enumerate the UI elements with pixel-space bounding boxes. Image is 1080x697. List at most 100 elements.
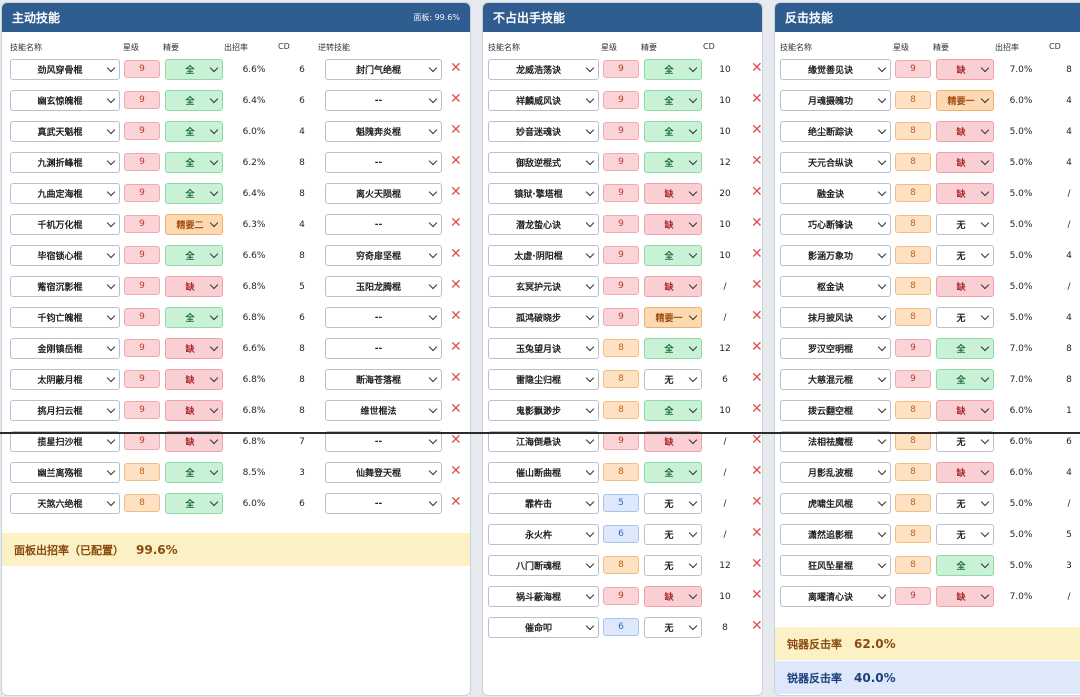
skill-select[interactable]: 太阴蔽月棍 bbox=[10, 369, 120, 390]
remove-skill-button[interactable]: ✕ bbox=[751, 402, 762, 416]
reverse-skill-select[interactable]: 玉阳龙腾棍 bbox=[325, 276, 442, 297]
remove-skill-button[interactable]: ✕ bbox=[751, 340, 762, 354]
essence-select[interactable]: 缺 bbox=[165, 369, 223, 390]
skill-select[interactable]: 真武天魁棍 bbox=[10, 121, 120, 142]
essence-select[interactable]: 缺 bbox=[165, 338, 223, 359]
essence-select[interactable]: 缺 bbox=[165, 400, 223, 421]
essence-select[interactable]: 全 bbox=[165, 152, 223, 173]
reverse-skill-select[interactable]: -- bbox=[325, 431, 442, 452]
skill-select[interactable]: 催命叩 bbox=[488, 617, 599, 638]
skill-select[interactable]: 巧心断锋诀 bbox=[780, 214, 891, 235]
skill-select[interactable]: 玄冥护元诀 bbox=[488, 276, 599, 297]
remove-skill-button[interactable]: ✕ bbox=[751, 154, 762, 168]
skill-select[interactable]: 八门断魂棍 bbox=[488, 555, 599, 576]
skill-select[interactable]: 霏杵击 bbox=[488, 493, 599, 514]
remove-skill-button[interactable]: ✕ bbox=[450, 371, 462, 385]
essence-select[interactable]: 全 bbox=[165, 183, 223, 204]
remove-skill-button[interactable]: ✕ bbox=[450, 309, 462, 323]
essence-select[interactable]: 无 bbox=[936, 493, 994, 514]
essence-select[interactable]: 全 bbox=[165, 59, 223, 80]
essence-select[interactable]: 缺 bbox=[936, 183, 994, 204]
reverse-skill-select[interactable]: -- bbox=[325, 493, 442, 514]
skill-select[interactable]: 千机万化棍 bbox=[10, 214, 120, 235]
skill-select[interactable]: 潜龙蛰心诀 bbox=[488, 214, 599, 235]
essence-select[interactable]: 缺 bbox=[165, 431, 223, 452]
remove-skill-button[interactable]: ✕ bbox=[751, 247, 762, 261]
remove-skill-button[interactable]: ✕ bbox=[450, 340, 462, 354]
remove-skill-button[interactable]: ✕ bbox=[751, 123, 762, 137]
essence-select[interactable]: 缺 bbox=[936, 462, 994, 483]
essence-select[interactable]: 全 bbox=[936, 338, 994, 359]
essence-select[interactable]: 无 bbox=[936, 214, 994, 235]
remove-skill-button[interactable]: ✕ bbox=[751, 619, 762, 633]
skill-select[interactable]: 狂风坠星棍 bbox=[780, 555, 891, 576]
essence-select[interactable]: 无 bbox=[936, 307, 994, 328]
essence-select[interactable]: 缺 bbox=[936, 152, 994, 173]
essence-select[interactable]: 缺 bbox=[644, 431, 702, 452]
reverse-skill-select[interactable]: 魁隗奔炎棍 bbox=[325, 121, 442, 142]
remove-skill-button[interactable]: ✕ bbox=[450, 123, 462, 137]
essence-select[interactable]: 缺 bbox=[644, 183, 702, 204]
skill-select[interactable]: 幽玄惊魄棍 bbox=[10, 90, 120, 111]
skill-select[interactable]: 祥麟威风诀 bbox=[488, 90, 599, 111]
essence-select[interactable]: 缺 bbox=[936, 586, 994, 607]
essence-select[interactable]: 无 bbox=[936, 431, 994, 452]
remove-skill-button[interactable]: ✕ bbox=[751, 526, 762, 540]
remove-skill-button[interactable]: ✕ bbox=[751, 588, 762, 602]
essence-select[interactable]: 全 bbox=[644, 121, 702, 142]
reverse-skill-select[interactable]: 离火天陨棍 bbox=[325, 183, 442, 204]
reverse-skill-select[interactable]: -- bbox=[325, 307, 442, 328]
essence-select[interactable]: 无 bbox=[936, 524, 994, 545]
skill-select[interactable]: 御敌逆棍式 bbox=[488, 152, 599, 173]
skill-select[interactable]: 抹月披风诀 bbox=[780, 307, 891, 328]
essence-select[interactable]: 全 bbox=[165, 462, 223, 483]
skill-select[interactable]: 月影乱波棍 bbox=[780, 462, 891, 483]
skill-select[interactable]: 鬼影飘渺步 bbox=[488, 400, 599, 421]
remove-skill-button[interactable]: ✕ bbox=[751, 309, 762, 323]
essence-select[interactable]: 全 bbox=[644, 152, 702, 173]
essence-select[interactable]: 全 bbox=[165, 493, 223, 514]
remove-skill-button[interactable]: ✕ bbox=[751, 61, 762, 75]
skill-select[interactable]: 金刚镇岳棍 bbox=[10, 338, 120, 359]
essence-select[interactable]: 全 bbox=[644, 90, 702, 111]
remove-skill-button[interactable]: ✕ bbox=[751, 216, 762, 230]
skill-select[interactable]: 罗汉空明棍 bbox=[780, 338, 891, 359]
essence-select[interactable]: 无 bbox=[644, 617, 702, 638]
reverse-skill-select[interactable]: 仙舞登天棍 bbox=[325, 462, 442, 483]
reverse-skill-select[interactable]: -- bbox=[325, 338, 442, 359]
essence-select[interactable]: 缺 bbox=[936, 121, 994, 142]
remove-skill-button[interactable]: ✕ bbox=[751, 278, 762, 292]
essence-select[interactable]: 全 bbox=[936, 369, 994, 390]
remove-skill-button[interactable]: ✕ bbox=[450, 495, 462, 509]
essence-select[interactable]: 全 bbox=[165, 90, 223, 111]
essence-select[interactable]: 精要一 bbox=[936, 90, 994, 111]
remove-skill-button[interactable]: ✕ bbox=[450, 154, 462, 168]
reverse-skill-select[interactable]: 穷奇扉坚棍 bbox=[325, 245, 442, 266]
skill-select[interactable]: 劲风穿骨棍 bbox=[10, 59, 120, 80]
skill-select[interactable]: 虎啸生风棍 bbox=[780, 493, 891, 514]
reverse-skill-select[interactable]: -- bbox=[325, 152, 442, 173]
remove-skill-button[interactable]: ✕ bbox=[450, 92, 462, 106]
essence-select[interactable]: 精要二 bbox=[165, 214, 223, 235]
remove-skill-button[interactable]: ✕ bbox=[751, 371, 762, 385]
remove-skill-button[interactable]: ✕ bbox=[751, 92, 762, 106]
remove-skill-button[interactable]: ✕ bbox=[450, 247, 462, 261]
essence-select[interactable]: 全 bbox=[644, 338, 702, 359]
skill-select[interactable]: 催山断曲棍 bbox=[488, 462, 599, 483]
reverse-skill-select[interactable]: -- bbox=[325, 214, 442, 235]
skill-select[interactable]: 玉兔望月诀 bbox=[488, 338, 599, 359]
skill-select[interactable]: 毕宿锁心棍 bbox=[10, 245, 120, 266]
essence-select[interactable]: 缺 bbox=[936, 276, 994, 297]
skill-select[interactable]: 永火杵 bbox=[488, 524, 599, 545]
essence-select[interactable]: 全 bbox=[644, 400, 702, 421]
skill-select[interactable]: 缘觉善见诀 bbox=[780, 59, 891, 80]
essence-select[interactable]: 无 bbox=[644, 524, 702, 545]
skill-select[interactable]: 九渊折峰棍 bbox=[10, 152, 120, 173]
essence-select[interactable]: 无 bbox=[644, 369, 702, 390]
skill-select[interactable]: 千钧亡魄棍 bbox=[10, 307, 120, 328]
skill-select[interactable]: 天元合纵诀 bbox=[780, 152, 891, 173]
skill-select[interactable]: 祸斗蔽海棍 bbox=[488, 586, 599, 607]
remove-skill-button[interactable]: ✕ bbox=[450, 464, 462, 478]
essence-select[interactable]: 缺 bbox=[165, 276, 223, 297]
skill-select[interactable]: 大慈混元棍 bbox=[780, 369, 891, 390]
